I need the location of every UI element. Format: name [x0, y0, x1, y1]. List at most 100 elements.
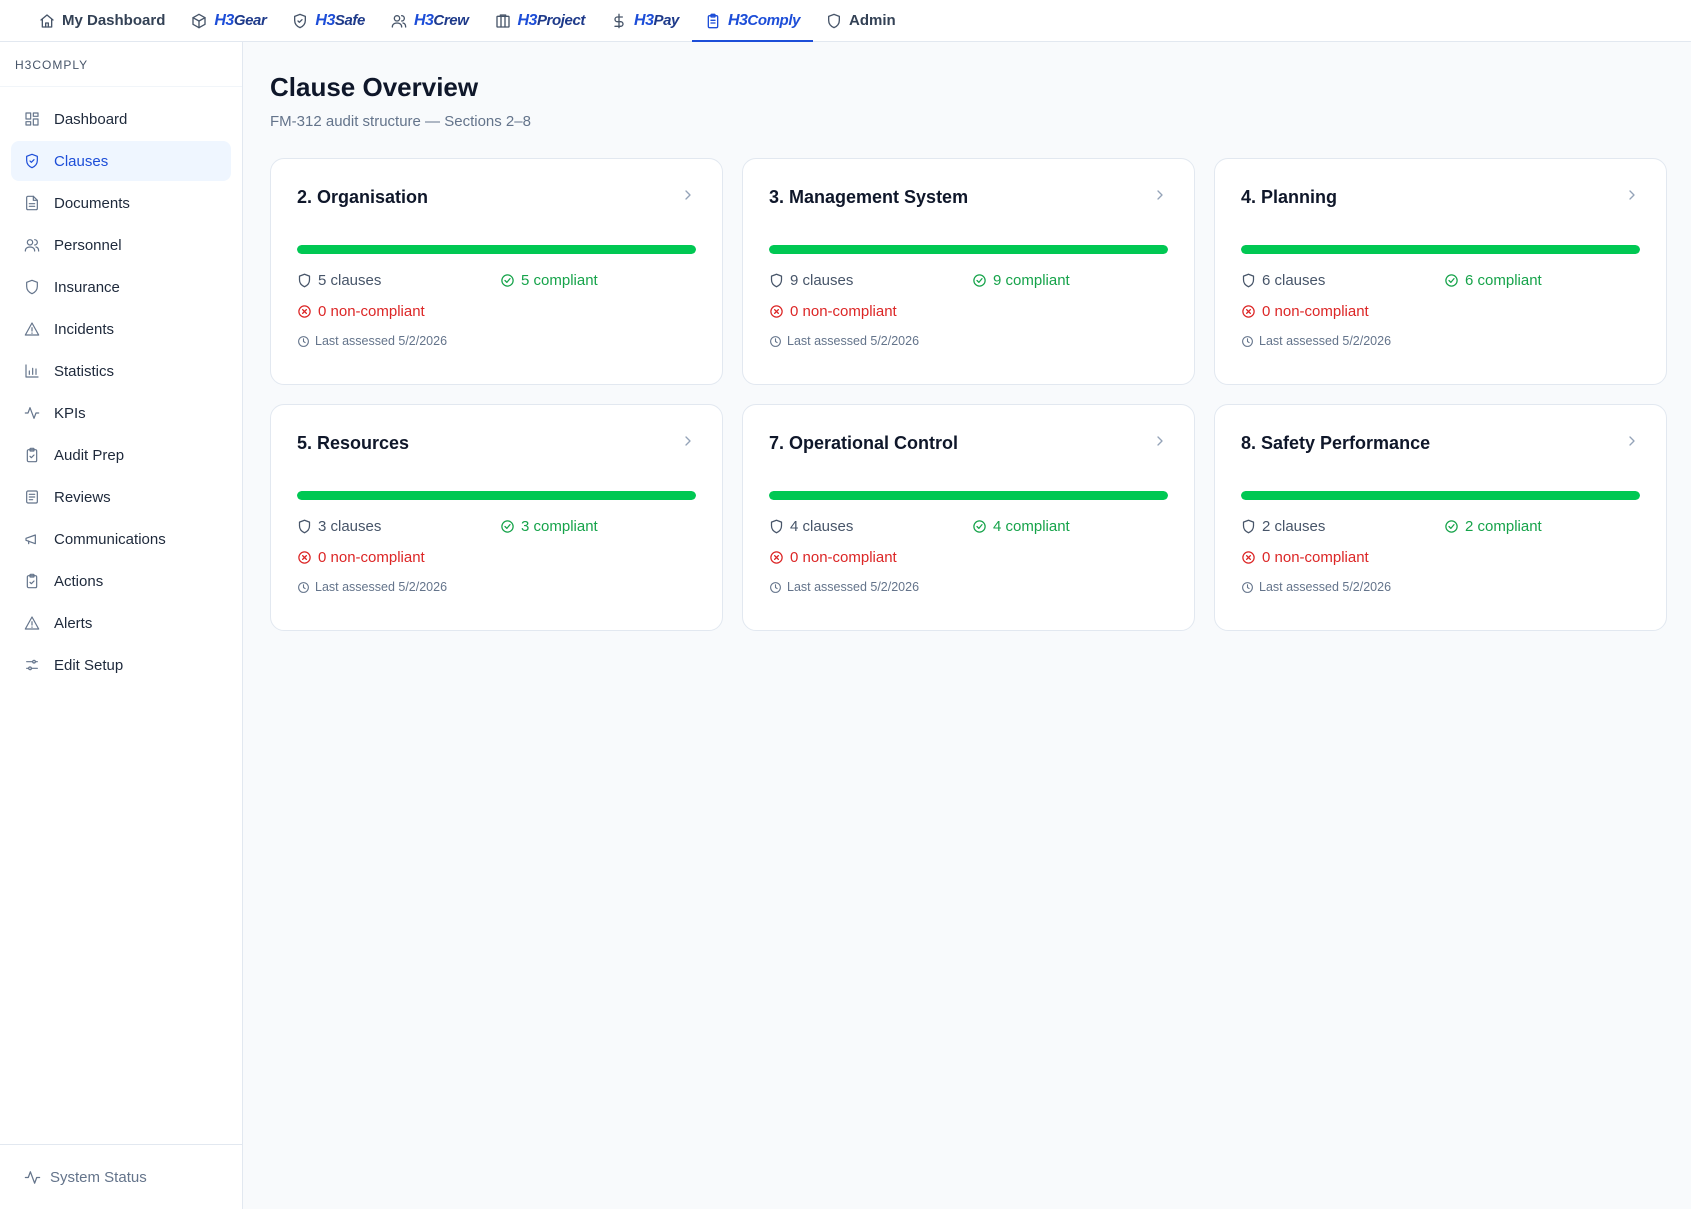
- sidebar-item-kpis[interactable]: KPIs: [11, 393, 231, 433]
- shield-icon: [1242, 519, 1255, 533]
- nav-h3project[interactable]: H3Project: [482, 0, 599, 41]
- nav-h3pay[interactable]: H3Pay: [598, 0, 692, 41]
- system-status-link[interactable]: System Status: [0, 1144, 242, 1209]
- sidebar-item-personnel[interactable]: Personnel: [11, 225, 231, 265]
- sidebar-item-insurance[interactable]: Insurance: [11, 267, 231, 307]
- clause-card[interactable]: 7. Operational Control 4 clauses 4 compl…: [742, 404, 1195, 631]
- sidebar-item-label: Alerts: [54, 614, 93, 632]
- compliant-count-text: 4 compliant: [993, 517, 1070, 535]
- sidebar-item-label: Reviews: [54, 488, 111, 506]
- clock-icon: [1242, 335, 1253, 347]
- main-content: Clause Overview FM-312 audit structure —…: [270, 42, 1670, 631]
- building-icon: [495, 13, 510, 28]
- compliance-progress-fill: [297, 245, 696, 254]
- compliance-progress-bar: [297, 245, 696, 254]
- x-circle-icon: [298, 304, 311, 318]
- chevron-right-icon: [680, 433, 696, 454]
- compliant-count-text: 2 compliant: [1465, 517, 1542, 535]
- sidebar-item-label: Edit Setup: [54, 656, 124, 674]
- shield-check-icon: [26, 153, 38, 169]
- sidebar-item-label: Audit Prep: [54, 446, 125, 464]
- top-navigation: My Dashboard H3Gear H3Safe H3Crew H3Proj…: [0, 0, 1691, 42]
- brand-prefix: H3: [315, 11, 335, 29]
- clause-count-text: 4 clauses: [790, 517, 854, 535]
- noncompliant-count: 0 non-compliant: [1241, 547, 1640, 567]
- nav-h3safe[interactable]: H3Safe: [279, 0, 378, 41]
- box-icon: [192, 13, 207, 28]
- clause-card[interactable]: 8. Safety Performance 2 clauses 2 compli…: [1214, 404, 1667, 631]
- clause-card[interactable]: 4. Planning 6 clauses 6 compliant 0 non-…: [1214, 158, 1667, 385]
- brand-prefix: H3: [413, 11, 434, 29]
- x-circle-icon: [770, 304, 783, 318]
- brand-prefix: H3: [517, 11, 538, 29]
- sidebar-item-label: Clauses: [54, 152, 109, 170]
- noncompliant-count: 0 non-compliant: [297, 301, 696, 321]
- last-assessed: Last assessed 5/2/2026: [769, 334, 1168, 348]
- clause-count-text: 3 clauses: [318, 517, 382, 535]
- last-assessed: Last assessed 5/2/2026: [297, 580, 696, 594]
- sidebar-item-actions[interactable]: Actions: [11, 561, 231, 601]
- dollar-icon: [614, 13, 624, 28]
- x-circle-icon: [298, 550, 311, 564]
- nav-label: Crew: [433, 11, 469, 29]
- nav-label: Admin: [849, 12, 896, 29]
- sidebar-item-label: Personnel: [54, 236, 122, 254]
- sidebar-item-audit-prep[interactable]: Audit Prep: [11, 435, 231, 475]
- system-status-label: System Status: [50, 1168, 147, 1186]
- last-assessed: Last assessed 5/2/2026: [1241, 334, 1640, 348]
- sidebar-item-documents[interactable]: Documents: [11, 183, 231, 223]
- noncompliant-count-text: 0 non-compliant: [1262, 302, 1369, 320]
- nav-h3crew[interactable]: H3Crew: [378, 0, 482, 41]
- sidebar-item-clauses[interactable]: Clauses: [11, 141, 231, 181]
- clipboard-check-icon: [26, 447, 38, 463]
- last-assessed-text: Last assessed 5/2/2026: [315, 580, 448, 594]
- compliant-count-text: 6 compliant: [1465, 271, 1542, 289]
- noncompliant-count: 0 non-compliant: [297, 547, 696, 567]
- clause-count: 4 clauses: [769, 518, 972, 535]
- last-assessed: Last assessed 5/2/2026: [297, 334, 696, 348]
- compliance-progress-fill: [1241, 491, 1640, 500]
- last-assessed: Last assessed 5/2/2026: [1241, 580, 1640, 594]
- activity-icon: [24, 407, 40, 419]
- shield-icon: [770, 519, 783, 533]
- shield-icon: [770, 273, 783, 287]
- users-icon: [391, 14, 407, 28]
- nav-h3comply[interactable]: H3Comply: [691, 0, 814, 42]
- clause-count-text: 5 clauses: [318, 271, 382, 289]
- compliant-count: 2 compliant: [1444, 518, 1542, 535]
- nav-label: Project: [536, 11, 586, 29]
- sidebar-item-alerts[interactable]: Alerts: [11, 603, 231, 643]
- clause-card[interactable]: 2. Organisation 5 clauses 5 compliant 0 …: [270, 158, 723, 385]
- nav-admin[interactable]: Admin: [813, 0, 909, 41]
- chevron-right-icon: [1624, 187, 1640, 208]
- sidebar-item-reviews[interactable]: Reviews: [11, 477, 231, 517]
- home-icon: [40, 13, 54, 28]
- chevron-right-icon: [1152, 187, 1168, 208]
- users-icon: [24, 239, 40, 252]
- sliders-icon: [26, 659, 38, 671]
- clause-card-title: 3. Management System: [769, 186, 969, 207]
- compliance-progress-bar: [1241, 491, 1640, 500]
- nav-h3gear[interactable]: H3Gear: [178, 0, 279, 41]
- compliance-progress-bar: [769, 491, 1168, 500]
- nav-my-dashboard[interactable]: My Dashboard: [26, 0, 178, 41]
- clause-count: 6 clauses: [1241, 272, 1444, 289]
- sidebar-item-statistics[interactable]: Statistics: [11, 351, 231, 391]
- compliant-count: 5 compliant: [500, 272, 598, 289]
- clause-count: 3 clauses: [297, 518, 500, 535]
- clause-count: 2 clauses: [1241, 518, 1444, 535]
- check-circle-icon: [973, 273, 986, 287]
- noncompliant-count: 0 non-compliant: [769, 547, 1168, 567]
- clause-card[interactable]: 3. Management System 9 clauses 9 complia…: [742, 158, 1195, 385]
- nav-label: Gear: [233, 11, 267, 29]
- compliance-progress-bar: [1241, 245, 1640, 254]
- noncompliant-count-text: 0 non-compliant: [1262, 548, 1369, 566]
- last-assessed-text: Last assessed 5/2/2026: [1259, 334, 1392, 348]
- shield-check-icon: [294, 13, 307, 28]
- sidebar-item-communications[interactable]: Communications: [11, 519, 231, 559]
- clause-card[interactable]: 5. Resources 3 clauses 3 compliant 0 non…: [270, 404, 723, 631]
- sidebar-item-incidents[interactable]: Incidents: [11, 309, 231, 349]
- sidebar-item-edit-setup[interactable]: Edit Setup: [11, 645, 231, 685]
- sidebar-item-dashboard[interactable]: Dashboard: [11, 99, 231, 139]
- clock-icon: [770, 335, 781, 347]
